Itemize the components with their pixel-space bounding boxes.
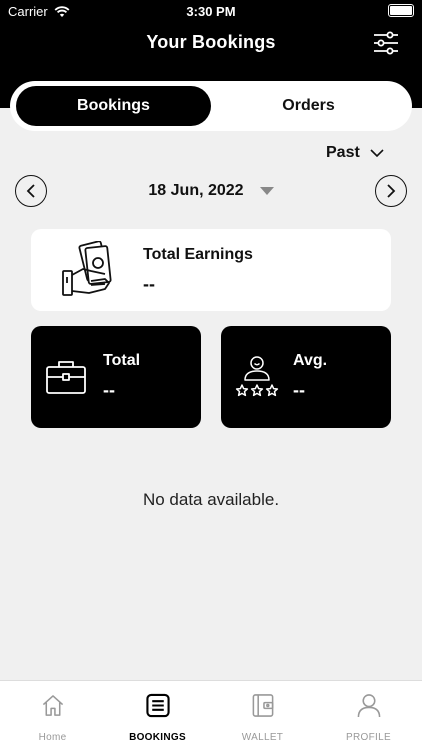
cash-hand-icon: [62, 241, 112, 296]
status-bar: Carrier 3:30 PM: [0, 0, 422, 22]
total-stat-card: Total --: [31, 326, 201, 428]
earnings-title: Total Earnings: [143, 246, 253, 263]
average-title: Avg.: [293, 352, 328, 369]
caret-down-icon: [259, 187, 274, 195]
tab-bookings-nav[interactable]: BOOKINGS: [105, 693, 210, 743]
selected-date: 18 Jun, 2022: [148, 182, 244, 199]
total-earnings-card: Total Earnings --: [31, 229, 391, 311]
earnings-value: --: [143, 274, 155, 294]
tab-home-label: Home: [38, 732, 67, 743]
period-dropdown[interactable]: Past: [326, 143, 384, 163]
tab-wallet-label: WALLET: [241, 732, 284, 743]
wallet-icon: [252, 694, 273, 717]
date-selector[interactable]: 18 Jun, 2022: [0, 180, 422, 202]
user-icon: [357, 694, 380, 718]
battery-icon: [388, 4, 414, 17]
average-stat-card: Avg. --: [221, 326, 391, 428]
briefcase-icon: [46, 361, 86, 394]
chevron-right-icon: [387, 184, 396, 198]
total-title: Total: [103, 352, 141, 369]
tab-bookings-label: BOOKINGS: [129, 732, 186, 743]
home-icon: [42, 695, 63, 716]
tab-profile[interactable]: PROFILE: [316, 693, 421, 743]
tab-bookings[interactable]: Bookings: [16, 86, 211, 126]
total-value: --: [103, 380, 115, 400]
tab-home[interactable]: Home: [0, 693, 105, 743]
tab-wallet[interactable]: WALLET: [210, 693, 315, 743]
rated-user-icon: [235, 356, 279, 397]
tab-orders[interactable]: Orders: [211, 86, 406, 126]
page-title: Your Bookings: [146, 32, 276, 52]
tab-profile-label: PROFILE: [346, 732, 391, 743]
next-date-button[interactable]: [375, 175, 407, 207]
segment-control: Bookings Orders: [10, 81, 412, 131]
list-icon: [145, 693, 170, 718]
average-value: --: [293, 380, 305, 400]
chevron-down-icon: [370, 149, 384, 157]
empty-state-message: No data available.: [142, 490, 280, 509]
bottom-tab-bar: Home BOOKINGS WALLET PROFILE: [0, 680, 422, 750]
filter-settings-icon[interactable]: [373, 30, 399, 56]
status-time: 3:30 PM: [186, 4, 236, 19]
period-label: Past: [326, 144, 360, 161]
